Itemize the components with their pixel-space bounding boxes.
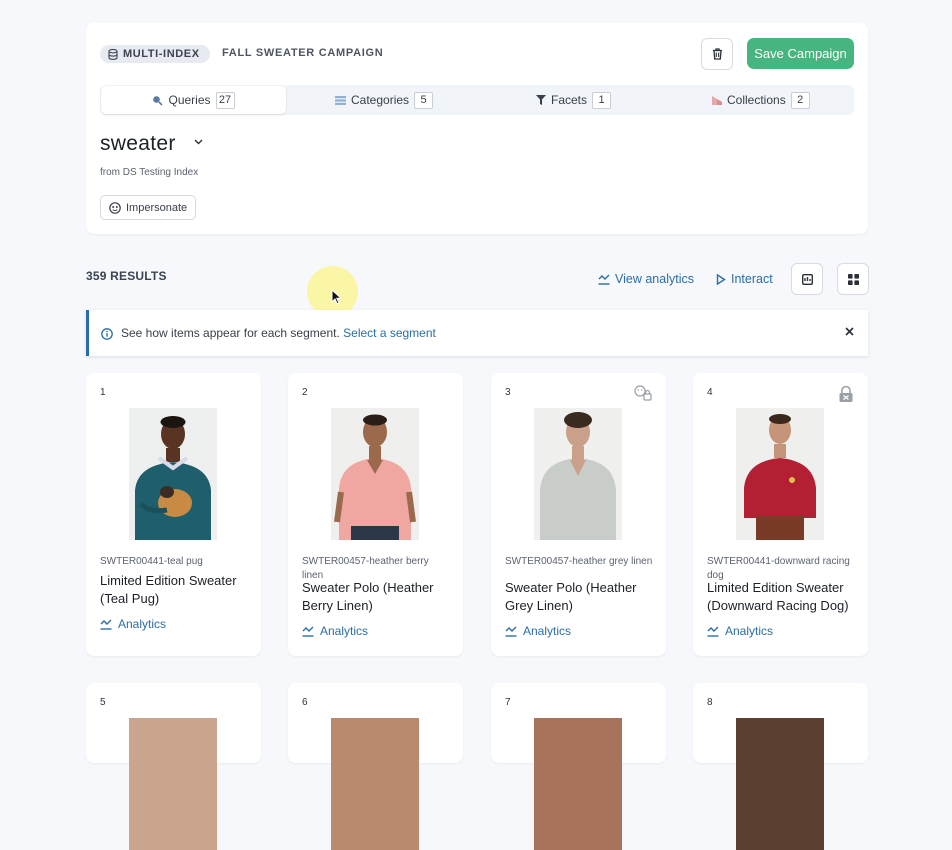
rank-number: 8 (707, 697, 713, 708)
product-card[interactable]: 1 SWTER00441-teal pug Limited Edition Sw… (86, 373, 261, 656)
product-name: Sweater Polo (Heather Grey Linen) (505, 580, 637, 613)
product-name: Sweater Polo (Heather Berry Linen) (302, 580, 434, 613)
product-image (129, 718, 217, 850)
analytics-icon (707, 626, 719, 637)
segment-banner-text: See how items appear for each segment. S… (121, 326, 436, 340)
badge-label: MULTI-INDEX (123, 48, 200, 60)
preview-toggle-button[interactable] (791, 263, 823, 295)
tab-count: 27 (215, 91, 235, 109)
tab-label: Queries (168, 93, 211, 107)
analytics-label: Analytics (320, 624, 369, 638)
product-analytics-link[interactable]: Analytics (100, 617, 166, 631)
rank-number: 3 (505, 387, 511, 398)
segment-banner-message: See how items appear for each segment. (121, 326, 340, 340)
product-name: Limited Edition Sweater (Teal Pug) (100, 573, 237, 606)
product-image (331, 408, 419, 540)
grid-view-button[interactable] (837, 263, 869, 295)
rank-number: 1 (100, 387, 106, 398)
product-card[interactable]: 7 (491, 683, 666, 850)
pinned-lock-icon (839, 385, 853, 402)
product-analytics-link[interactable]: Analytics (505, 624, 571, 638)
tab-label: Collections (727, 93, 786, 107)
save-campaign-button[interactable]: Save Campaign (747, 38, 854, 69)
product-name: Limited Edition Sweater (Downward Racing… (707, 580, 849, 613)
analytics-icon (302, 626, 314, 637)
product-card[interactable]: 6 (288, 683, 463, 850)
product-analytics-link[interactable]: Analytics (707, 624, 773, 638)
query-source: from DS Testing Index (100, 167, 199, 178)
tab-facets[interactable]: Facets 1 (536, 86, 612, 114)
filter-icon (536, 95, 546, 105)
analytics-label: Analytics (118, 617, 167, 631)
analytics-label: Analytics (523, 624, 572, 638)
analytics-label: Analytics (725, 624, 774, 638)
results-count: 359 RESULTS (86, 269, 167, 283)
tab-queries[interactable]: Queries 27 (101, 86, 286, 114)
analytics-icon (100, 619, 112, 630)
product-analytics-link[interactable]: Analytics (302, 624, 368, 638)
tab-categories[interactable]: Categories 5 (335, 86, 434, 114)
impersonate-label: Impersonate (126, 201, 188, 214)
interact-label: Interact (731, 272, 773, 286)
rank-number: 5 (100, 697, 106, 708)
tab-collections[interactable]: Collections 2 (712, 86, 810, 114)
database-icon (108, 48, 118, 60)
product-image (534, 408, 622, 540)
tab-label: Facets (551, 93, 588, 107)
campaign-name: FALL SWEATER CAMPAIGN (222, 47, 384, 59)
delete-button[interactable] (701, 38, 733, 70)
product-card[interactable]: 2 SWTER00457-heather berry linen Sweater… (288, 373, 463, 656)
search-icon (153, 95, 164, 106)
product-image (736, 718, 824, 850)
analytics-icon (598, 274, 610, 285)
trash-icon (712, 48, 722, 60)
chevron-down-icon[interactable] (194, 139, 203, 145)
rank-number: 4 (707, 387, 713, 398)
tab-count: 1 (592, 91, 612, 109)
tab-count: 5 (414, 91, 434, 109)
interact-link[interactable]: Interact (716, 270, 773, 288)
product-card[interactable]: 3 SWTER00457-heather grey linen Sweater … (491, 373, 666, 656)
segment-lock-icon (634, 385, 652, 401)
product-image (331, 718, 419, 850)
product-image (129, 408, 217, 540)
product-sku: SWTER00441-teal pug (100, 556, 203, 567)
segment-info-banner: See how items appear for each segment. S… (86, 310, 868, 356)
product-card[interactable]: 5 (86, 683, 261, 850)
view-analytics-label: View analytics (615, 272, 694, 286)
tab-count: 2 (790, 91, 810, 109)
rank-number: 6 (302, 697, 308, 708)
tab-label: Categories (351, 93, 410, 107)
multi-index-badge: MULTI-INDEX (100, 45, 210, 63)
user-mask-icon (109, 201, 121, 214)
play-icon (716, 273, 726, 285)
grid-icon (847, 273, 859, 285)
collections-icon (712, 96, 722, 105)
close-icon[interactable] (845, 327, 854, 336)
info-icon (101, 328, 113, 340)
view-analytics-link[interactable]: View analytics (598, 270, 694, 288)
impersonate-button[interactable]: Impersonate (100, 195, 197, 220)
query-title[interactable]: sweater (100, 132, 176, 156)
product-image (736, 408, 824, 540)
rank-number: 2 (302, 387, 308, 398)
product-card[interactable]: 4 SWTER00441-downward racing dog Limited… (693, 373, 868, 656)
analytics-icon (505, 626, 517, 637)
campaign-card: MULTI-INDEX FALL SWEATER CAMPAIGN Save C… (86, 23, 868, 234)
mouse-cursor-icon (331, 289, 342, 305)
categories-icon (335, 95, 346, 105)
product-card[interactable]: 8 (693, 683, 868, 850)
tab-bar: Queries 27 Categories 5 Facets 1 Collect… (100, 85, 854, 115)
rank-number: 7 (505, 697, 511, 708)
select-segment-link[interactable]: Select a segment (343, 326, 436, 340)
product-sku: SWTER00457-heather grey linen (505, 556, 653, 567)
image-preview-icon (801, 273, 813, 285)
product-image (534, 718, 622, 850)
